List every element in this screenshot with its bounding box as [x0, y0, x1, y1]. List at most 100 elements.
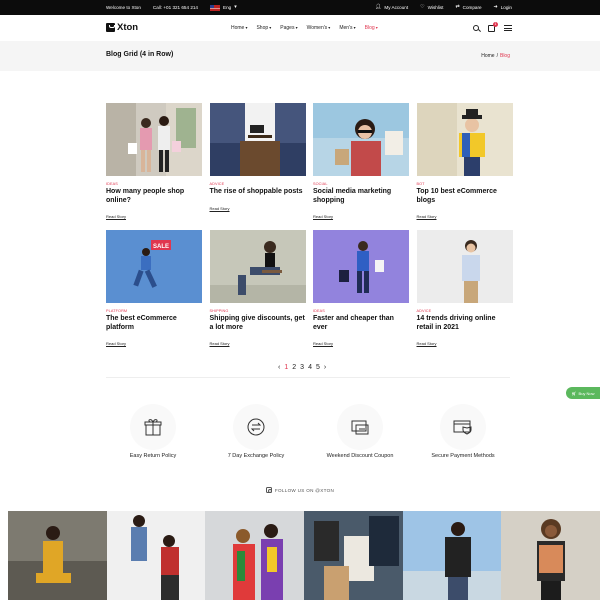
nav-label: Men's	[339, 25, 353, 31]
read-story-link[interactable]: Read Story	[313, 214, 333, 219]
read-story-link[interactable]: Read Story	[417, 341, 437, 346]
language-selector[interactable]: Eng ▾	[210, 4, 237, 11]
gift-box-icon	[130, 404, 176, 450]
blog-card-image[interactable]	[313, 103, 409, 176]
chevron-down-icon: ▾	[234, 4, 237, 10]
nav-item-pages[interactable]: Pages ▾	[280, 25, 297, 31]
blog-card-category[interactable]: IDEAS	[313, 309, 409, 313]
menu-icon[interactable]	[504, 25, 512, 31]
search-icon[interactable]	[473, 25, 479, 31]
blog-card-image[interactable]	[416, 230, 513, 303]
instagram-photo[interactable]	[402, 511, 502, 600]
feature-item: 7 Day Exchange Policy	[206, 404, 306, 459]
welcome-text: Welcome to Xton	[106, 5, 141, 10]
page-title: Blog Grid (4 in Row)	[106, 51, 174, 58]
instagram-photo[interactable]	[304, 511, 403, 600]
blog-card-category[interactable]: SOCIAL	[313, 182, 409, 186]
shuffle-icon: ⇄	[455, 4, 460, 10]
blog-card-image[interactable]: SALE	[106, 230, 202, 303]
nav-item-blog[interactable]: Blog ▾	[365, 25, 378, 31]
blog-card-title[interactable]: Social media marketing shopping	[313, 188, 409, 205]
blog-card-category[interactable]: PLATFORM	[106, 309, 202, 313]
instagram-heading-text: FOLLOW US ON @XTON	[274, 487, 335, 493]
chevron-down-icon: ▾	[244, 25, 248, 30]
blog-card-category[interactable]: BOT	[417, 182, 513, 186]
login-label: Login	[500, 5, 512, 10]
instagram-photo[interactable]	[8, 511, 107, 600]
blog-card-category[interactable]: ADVICE	[210, 182, 306, 186]
blog-card-title[interactable]: The rise of shoppable posts	[210, 188, 306, 197]
pagination: ‹ 1 2 3 4 5 ›	[278, 364, 326, 371]
nav-label: Women's	[306, 25, 328, 31]
page-number[interactable]: 4	[308, 364, 312, 371]
read-story-link[interactable]: Read Story	[210, 206, 230, 211]
my-account-link[interactable]: 👤︎ My Account	[375, 5, 409, 11]
buy-now-button[interactable]: 🛒︎ Buy Now	[566, 387, 600, 399]
blog-card: ADVICE 14 trends driving online retail in…	[416, 230, 513, 350]
compare-link[interactable]: ⇄ Compare	[455, 4, 481, 11]
page-number[interactable]: 1	[284, 364, 288, 371]
feature-item: Secure Payment Methods	[413, 404, 513, 459]
chevron-down-icon: ▾	[268, 25, 272, 30]
instagram-heading[interactable]: FOLLOW US ON @XTON	[0, 487, 600, 493]
cart-icon[interactable]: 1	[488, 21, 498, 32]
coupon-icon	[337, 404, 383, 450]
blog-card-title[interactable]: Top 10 best eCommerce blogs	[417, 188, 513, 205]
cart-small-icon: 🛒︎	[571, 390, 577, 396]
blog-card: SOCIAL Social media marketing shopping Rea…	[313, 103, 409, 223]
cart-count-badge: 1	[493, 21, 498, 27]
blog-card-title[interactable]: The best eCommerce platform	[106, 315, 202, 332]
next-page-icon[interactable]: ›	[324, 364, 326, 371]
feature-item: Easy Return Policy	[103, 404, 203, 459]
blog-card-category[interactable]: ADVICE	[417, 309, 513, 313]
nav-item-mens[interactable]: Men's ▾	[339, 25, 355, 31]
divider	[106, 377, 510, 378]
page-number[interactable]: 2	[292, 364, 296, 371]
blog-card-image[interactable]	[106, 103, 202, 176]
read-story-link[interactable]: Read Story	[313, 341, 333, 346]
blog-card-image[interactable]	[416, 103, 513, 176]
page-number[interactable]: 3	[300, 364, 304, 371]
blog-card-image[interactable]	[209, 103, 306, 176]
shopping-bag-logo-icon	[106, 23, 115, 32]
logo[interactable]: Xton	[106, 22, 138, 33]
prev-page-icon[interactable]: ‹	[278, 364, 280, 371]
nav-label: Pages	[280, 25, 295, 31]
blog-card-title[interactable]: Faster and cheaper than ever	[313, 315, 409, 332]
breadcrumb-home[interactable]: Home	[481, 53, 494, 59]
wishlist-label: Wishlist	[427, 5, 444, 10]
nav-item-home[interactable]: Home ▾	[231, 25, 247, 31]
main-nav: Home ▾ Shop ▾ Pages ▾ Women's ▾ Men's ▾ Blog …	[231, 15, 378, 41]
instagram-photo[interactable]	[501, 511, 600, 600]
read-story-link[interactable]: Read Story	[106, 214, 126, 219]
read-story-link[interactable]: Read Story	[106, 341, 126, 346]
chevron-down-icon: ▾	[352, 25, 356, 30]
login-link[interactable]: ➜ Login	[494, 5, 512, 11]
blog-card-image[interactable]	[209, 230, 306, 303]
blog-card-category[interactable]: IDEAS	[106, 182, 202, 186]
blog-card: IDEAS How many people shop online? Read St…	[106, 103, 202, 223]
breadcrumb-current: Blog	[499, 53, 510, 59]
blog-card-category[interactable]: SHIPPING	[210, 309, 306, 313]
blog-card-image[interactable]	[313, 230, 409, 303]
blog-card-title[interactable]: 14 trends driving online retail in 2021	[417, 315, 513, 332]
read-story-link[interactable]: Read Story	[417, 214, 437, 219]
instagram-photo[interactable]	[106, 511, 206, 600]
page-number[interactable]: 5	[316, 364, 320, 371]
blog-card-title[interactable]: Shipping give discounts, get a lot more	[210, 315, 306, 332]
nav-label: Shop	[256, 25, 269, 31]
nav-item-shop[interactable]: Shop ▾	[256, 25, 271, 31]
language-label: Eng	[223, 5, 232, 10]
instagram-feed	[8, 511, 600, 600]
breadcrumb-separator: /	[496, 53, 498, 59]
nav-item-womens[interactable]: Women's ▾	[307, 25, 331, 31]
page-title-band: Blog Grid (4 in Row) Home / Blog	[0, 41, 600, 71]
blog-card-title[interactable]: How many people shop online?	[106, 188, 202, 205]
wishlist-link[interactable]: ♡ Wishlist	[420, 5, 444, 11]
svg-text:SALE: SALE	[153, 244, 169, 250]
my-account-label: My Account	[384, 5, 409, 10]
read-story-link[interactable]: Read Story	[210, 341, 230, 346]
instagram-photo[interactable]	[205, 511, 305, 600]
feature-item: Weekend Discount Coupon	[310, 404, 410, 459]
phone-number[interactable]: Call: +01 321 654 214	[153, 5, 198, 10]
